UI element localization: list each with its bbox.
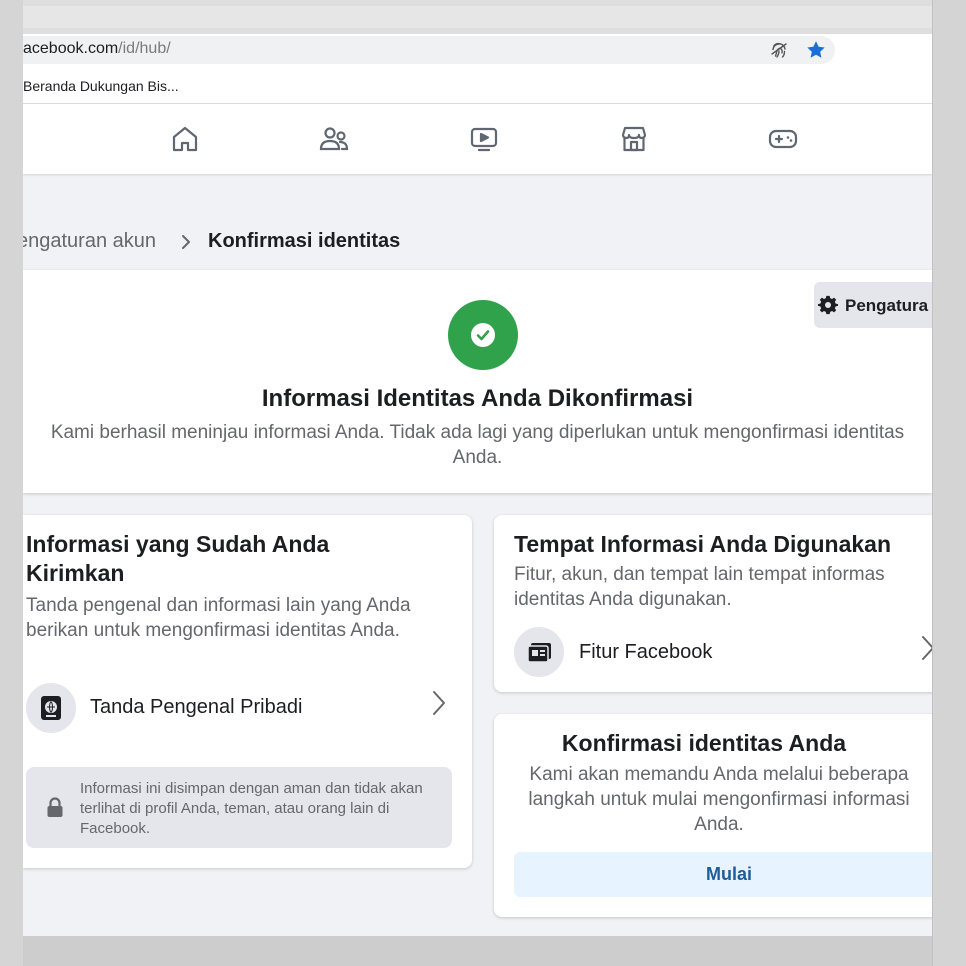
breadcrumb-current: Konfirmasi identitas xyxy=(208,230,401,252)
personal-id-label: Tanda Pengenal Pribadi xyxy=(90,696,303,718)
info-usage-title: Tempat Informasi Anda Digunakan xyxy=(514,531,891,557)
confirm-identity-title: Konfirmasi identitas Anda xyxy=(561,730,847,756)
url-host: acebook.com xyxy=(23,40,119,57)
settings-button-label: Pengatura xyxy=(845,296,929,315)
bookmarks-bar: Beranda Dukungan Bis... xyxy=(23,68,932,104)
start-button[interactable]: Mulai xyxy=(514,852,932,897)
home-icon[interactable] xyxy=(169,123,201,155)
page-bottom-edge xyxy=(23,936,932,966)
url-text: acebook.com/id/hub/ xyxy=(23,40,171,58)
confirmation-status-card: Pengatura Informasi Identitas Anda Dikon… xyxy=(23,270,932,493)
submitted-info-description: Tanda pengenal dan informasi lain yang A… xyxy=(26,595,411,641)
marketplace-icon[interactable] xyxy=(618,123,650,155)
confirm-identity-card: Konfirmasi identitas Anda Kami akan mema… xyxy=(494,714,932,917)
breadcrumb-parent-link[interactable]: engaturan akun xyxy=(23,230,156,253)
id-card-icon xyxy=(26,683,76,733)
gear-icon xyxy=(818,295,838,315)
facebook-top-nav xyxy=(23,104,932,174)
hero-subtitle: Kami berhasil meninjau informasi Anda. T… xyxy=(50,422,905,468)
submitted-info-title: Informasi yang Sudah Anda Kirimkan xyxy=(26,531,330,586)
facebook-features-label: Fitur Facebook xyxy=(579,641,713,663)
privacy-notice: Informasi ini disimpan dengan aman dan t… xyxy=(26,767,452,848)
checkmark-icon xyxy=(476,330,490,341)
start-button-label: Mulai xyxy=(705,864,752,884)
star-icon[interactable] xyxy=(805,39,827,61)
features-icon xyxy=(514,627,564,677)
bookmark-item[interactable]: Beranda Dukungan Bis... xyxy=(23,78,179,94)
url-field[interactable]: acebook.com/id/hub/ xyxy=(23,36,835,64)
lock-icon xyxy=(47,797,63,817)
browser-viewport: acebook.com/id/hub/ Beranda Dukungan Bis… xyxy=(23,0,932,966)
browser-side-panel xyxy=(932,0,966,966)
friends-icon[interactable] xyxy=(318,123,350,155)
settings-button[interactable]: Pengatura xyxy=(814,282,932,328)
submitted-info-card: Informasi yang Sudah Anda Kirimkan Tanda… xyxy=(23,515,472,868)
privacy-notice-text: Informasi ini disimpan dengan aman dan t… xyxy=(80,780,423,837)
info-usage-card: Tempat Informasi Anda Digunakan Fitur, a… xyxy=(494,515,932,692)
gaming-icon[interactable] xyxy=(767,123,799,155)
video-icon[interactable] xyxy=(468,123,500,155)
browser-tab-strip xyxy=(23,0,932,34)
chevron-right-icon xyxy=(922,636,932,660)
info-usage-description: Fitur, akun, dan tempat lain tempat info… xyxy=(514,564,885,610)
chevron-right-icon xyxy=(182,235,190,249)
chevron-right-icon xyxy=(433,691,445,715)
fingerprint-icon[interactable] xyxy=(769,40,789,60)
confirm-identity-description: Kami akan memandu Anda melalui beberapa … xyxy=(528,764,910,835)
url-path: /id/hub/ xyxy=(118,40,171,57)
success-check-icon xyxy=(448,300,518,370)
hero-title: Informasi Identitas Anda Dikonfirmasi xyxy=(261,385,694,412)
address-bar: acebook.com/id/hub/ xyxy=(23,34,932,68)
